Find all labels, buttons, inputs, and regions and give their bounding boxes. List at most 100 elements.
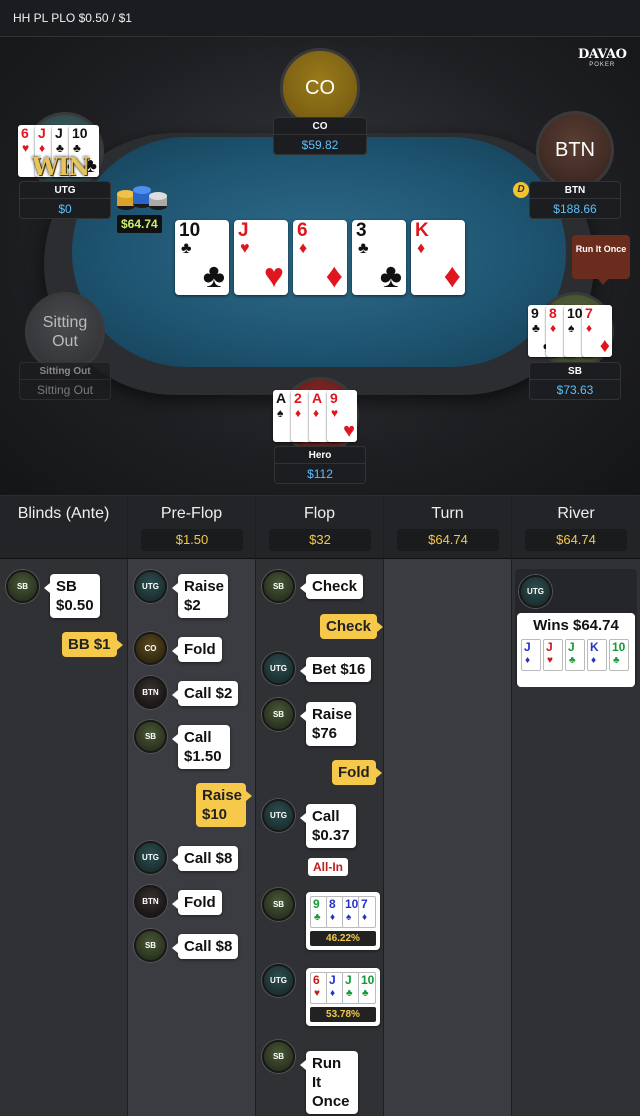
card-suit-small: ♠ (277, 406, 284, 420)
hand-history: Blinds (Ante) SB SB $0.50 BB $1 Pre-Flop… (0, 496, 640, 1116)
seat-co-disc[interactable]: CO (280, 48, 360, 128)
hero-action-bubble: BB $1 (62, 632, 123, 657)
hero-action-bubble: Raise $10 (196, 783, 252, 827)
col-blinds-header: Blinds (Ante) (0, 496, 127, 559)
sb-equity-percent: 46.22% (310, 931, 376, 946)
winning-card: K ♦ (587, 639, 607, 671)
card-suit-small: ♦ (417, 240, 426, 257)
board-card: 10 ♣ ♣ (175, 220, 229, 295)
card-rank: J (238, 220, 249, 241)
card-rank: A (312, 390, 323, 406)
seat-hero-stack: $112 (275, 463, 365, 481)
card-rank: 2 (294, 390, 302, 406)
winning-card: J ♣ (565, 639, 585, 671)
card-rank: A (276, 390, 287, 406)
mini-card-suit: ♣ (314, 912, 321, 923)
seat-btn-stack: $188.66 (530, 198, 620, 216)
action-bubble: Bet $16 (299, 657, 372, 682)
card-rank: 10 (72, 125, 88, 141)
mini-card-rank: 10 (361, 973, 375, 987)
action-chip: UTG (262, 652, 295, 685)
board-card: J ♥ ♥ (234, 220, 288, 295)
action-chip: BTN (134, 885, 167, 918)
mini-card-suit: ♦ (362, 912, 368, 923)
winning-card: 10 ♣ (609, 639, 629, 671)
card-suit-large: ♥ (343, 420, 355, 442)
utg-equity-box: 6 ♥ J ♦ J ♣ 10 ♣ 53.78% (306, 968, 380, 1026)
col-turn: Turn $64.74 (384, 496, 512, 1116)
mini-card-suit: ♦ (330, 988, 336, 999)
run-it-once-bubble: Run It Once (572, 235, 630, 285)
card-suit-large: ♥ (263, 257, 284, 295)
card-suit-large: ♣ (202, 257, 225, 295)
seat-btn-nameplate: BTN $188.66 (529, 181, 621, 219)
col-preflop-title: Pre-Flop (160, 505, 223, 522)
seat-co-label: CO (305, 76, 335, 99)
card-suit-large: ♦ (443, 257, 461, 295)
action-chip: UTG (519, 575, 552, 608)
winning-card-rank: J (568, 640, 575, 654)
table-pot-amount: $64.74 (117, 215, 162, 233)
winning-card: J ♦ (521, 639, 541, 671)
action-bubble: Raise $2 (172, 574, 228, 618)
pot-chip-stack (114, 184, 170, 218)
all-in-badge: All-In (308, 858, 348, 876)
card-suit-small: ♦ (550, 321, 557, 335)
col-flop: Flop $32 SB Check Check UTG Bet $16 SB R… (256, 496, 384, 1116)
winning-card-rank: J (524, 640, 531, 654)
action-chip: UTG (134, 570, 167, 603)
seat-hero-name: Hero (308, 450, 332, 461)
winning-card-suit: ♦ (591, 655, 597, 666)
mini-card-rank: J (329, 973, 336, 987)
seat-co-name: CO (312, 121, 328, 132)
table-title: HH PL PLO $0.50 / $1 (13, 11, 132, 25)
seat-utg-name: UTG (54, 185, 76, 196)
action-bubble: Check (299, 574, 364, 599)
action-chip: SB (262, 888, 295, 921)
action-chip: SB (134, 720, 167, 753)
col-river-title: River (557, 505, 595, 522)
mini-card-rank: 10 (345, 897, 359, 911)
card-suit-small: ♦ (295, 406, 302, 420)
seat-sitting-out-nameplate: Sitting Out Sitting Out (19, 362, 111, 400)
utg-equity-cards: 6 ♥ J ♦ J ♣ 10 ♣ (310, 972, 376, 1004)
seat-sitting-out-disc[interactable]: Sitting Out (25, 292, 105, 372)
winning-card-suit: ♦ (525, 655, 531, 666)
run-it-once-text: Run It Once (575, 244, 627, 254)
mini-card-rank: 8 (329, 897, 336, 911)
action-chip: SB (262, 570, 295, 603)
seat-hero-nameplate: Hero $112 (274, 446, 366, 484)
col-preflop-pot: $1.50 (141, 529, 243, 551)
winner-cards: J ♦ J ♥ J ♣ K ♦ 10 ♣ (517, 639, 635, 675)
card-rank: J (38, 125, 46, 141)
sb-equity-box: 9 ♣ 8 ♦ 10 ♠ 7 ♦ 46.22% (306, 892, 380, 950)
card-suit-small: ♥ (240, 240, 250, 257)
brand-logo: DAVAO POKER (578, 47, 627, 68)
poker-table-area: DAVAO POKER CO CO $59.82 BTN BTN $188.66… (0, 37, 640, 495)
win-badge: WIN (32, 152, 90, 181)
seat-sitting-out-label: Sitting Out (42, 314, 88, 350)
card-rank: 10 (179, 220, 201, 241)
col-preflop: Pre-Flop $1.50 UTG Raise $2 CO Fold BTN … (128, 496, 256, 1116)
action-chip: UTG (134, 841, 167, 874)
col-turn-title: Turn (431, 505, 464, 522)
mini-card-rank: 9 (313, 897, 320, 911)
card-rank: 9 (330, 390, 338, 406)
mini-card: 10 ♣ (358, 972, 376, 1004)
seat-btn-name: BTN (564, 185, 586, 196)
brand-logo-text: DAVAO (578, 47, 627, 62)
card-suit-small: ♣ (532, 321, 540, 335)
seat-btn-disc[interactable]: BTN (536, 111, 614, 189)
seat-sb-name: SB (568, 366, 582, 377)
seat-btn-label: BTN (555, 138, 595, 161)
action-bubble: SB $0.50 (44, 574, 100, 618)
mini-card: 7 ♦ (358, 896, 376, 928)
board-card: 3 ♣ ♣ (352, 220, 406, 295)
card-rank: K (415, 220, 429, 241)
action-chip: UTG (262, 799, 295, 832)
card-rank: 8 (549, 305, 557, 321)
seat-sitting-out-name: Sitting Out (39, 366, 91, 377)
action-chip: BTN (134, 676, 167, 709)
col-blinds-title: Blinds (Ante) (17, 505, 110, 522)
hole-card: 7 ♦ ♦ (582, 305, 612, 357)
